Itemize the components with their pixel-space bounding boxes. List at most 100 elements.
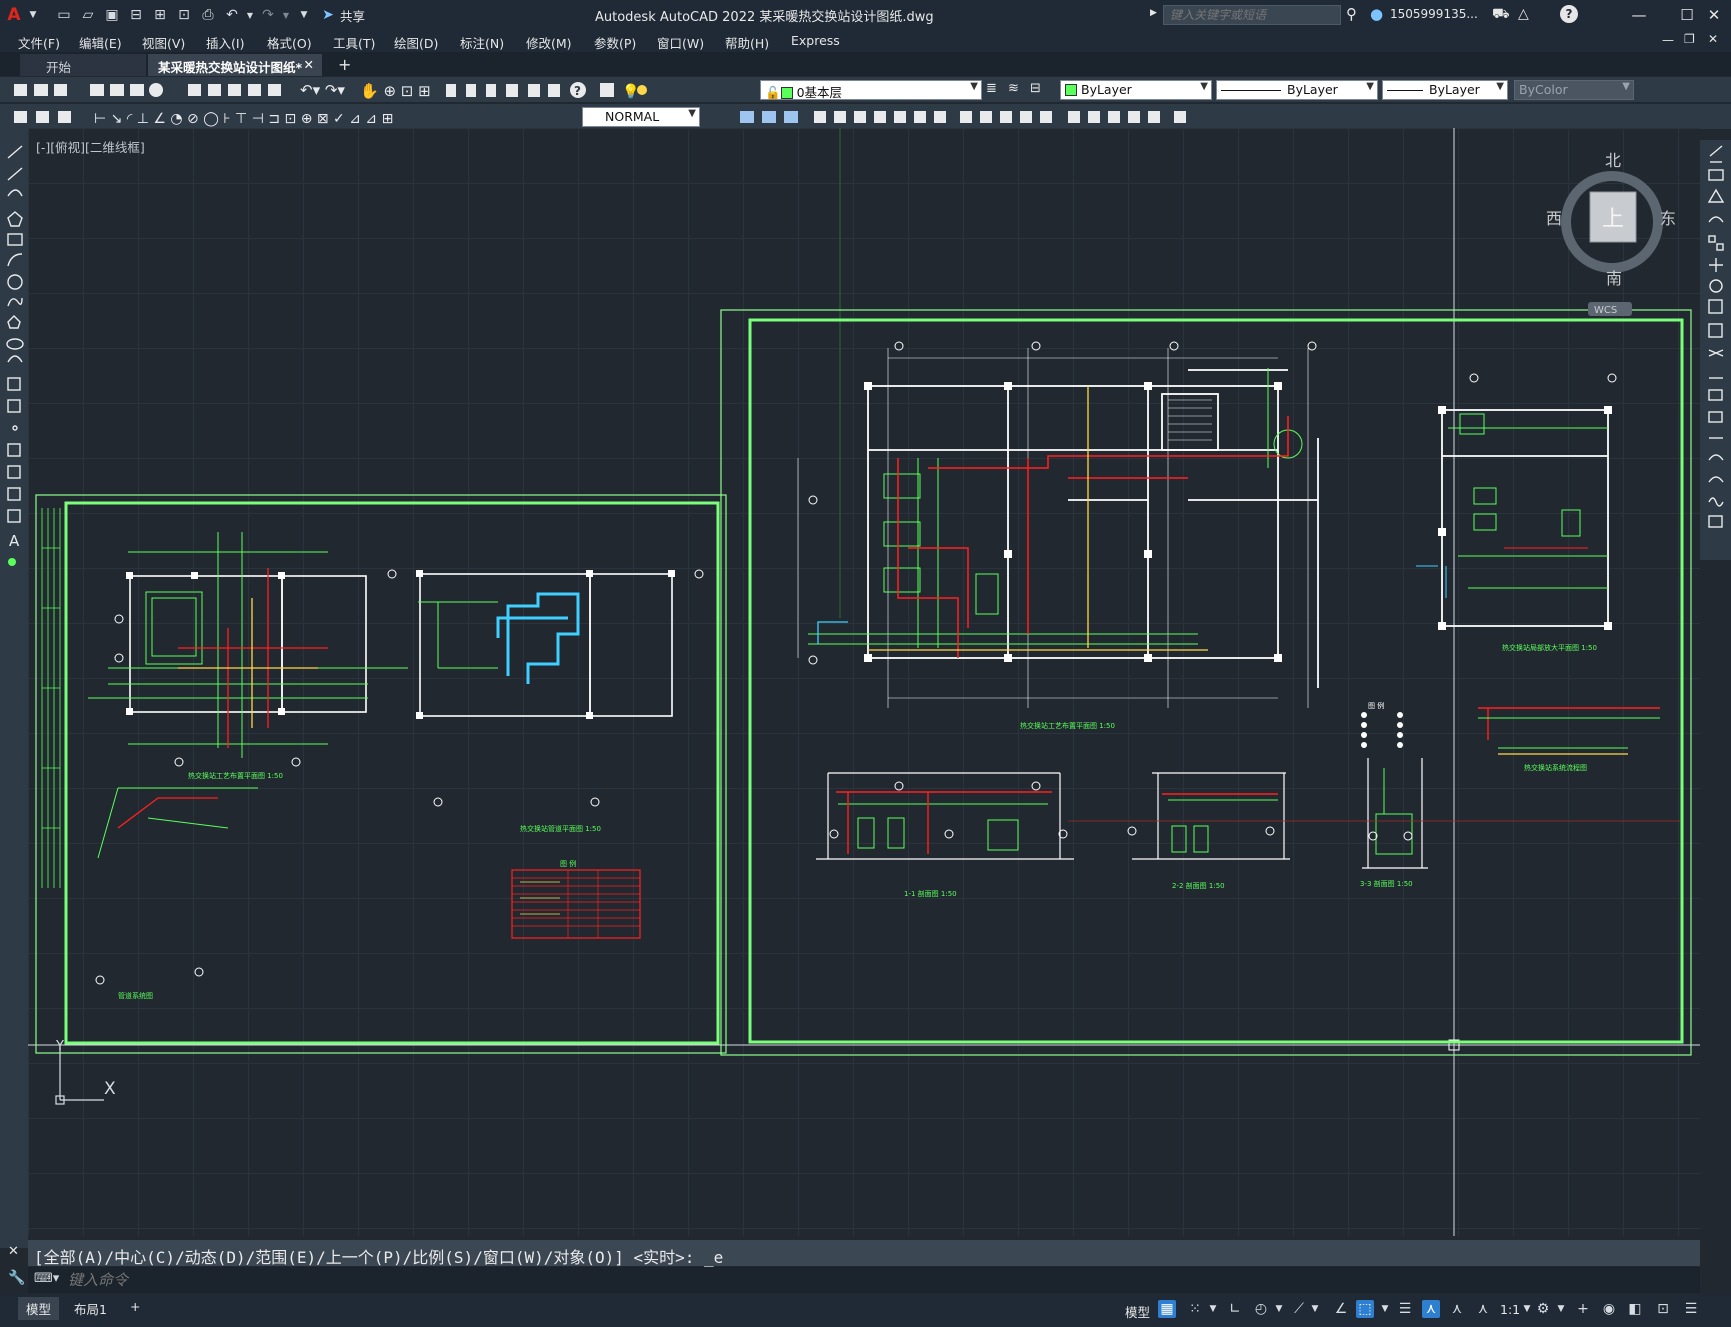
search-input[interactable] bbox=[1163, 5, 1341, 25]
command-input[interactable] bbox=[66, 1269, 1666, 1291]
tab-close-icon[interactable]: ✕ bbox=[304, 57, 314, 72]
annotation-visibility-icon[interactable]: ⋏ bbox=[1422, 1300, 1440, 1318]
annotation-scale-icon[interactable]: ⋏ bbox=[1474, 1300, 1492, 1318]
share-label[interactable]: 共享 bbox=[340, 6, 365, 25]
workspace-dropdown-icon[interactable]: ▼ bbox=[1552, 1300, 1570, 1318]
menu-draw[interactable]: 绘图(D) bbox=[394, 33, 438, 52]
ortho-icon[interactable]: ∟ bbox=[1226, 1300, 1244, 1318]
menu-dimension[interactable]: 标注(N) bbox=[460, 33, 504, 52]
layer-dropdown[interactable]: 🔓 0基本层 ▼ bbox=[760, 80, 982, 100]
model-space-label[interactable]: 模型 bbox=[1125, 1302, 1150, 1321]
undo-icon[interactable]: ↶ bbox=[222, 5, 242, 25]
object-snap-icon[interactable]: ⬚ bbox=[1356, 1300, 1374, 1318]
lineweight-dropdown[interactable]: ByLayer ▼ bbox=[1382, 80, 1508, 100]
workspace-gear-icon[interactable]: ⚙ bbox=[1534, 1300, 1552, 1318]
menu-express[interactable]: Express bbox=[791, 33, 840, 48]
search-icon[interactable]: ⚲ bbox=[1346, 5, 1357, 23]
grid-icon[interactable]: ▦ bbox=[1158, 1300, 1176, 1318]
draw-toolbar-icons[interactable]: A bbox=[0, 138, 28, 598]
auto-scale-icon[interactable]: ⋏ bbox=[1448, 1300, 1466, 1318]
autocad-logo-icon[interactable]: A bbox=[4, 5, 24, 25]
lineweight-icon[interactable]: ☰ bbox=[1396, 1300, 1414, 1318]
menu-insert[interactable]: 插入(I) bbox=[206, 33, 244, 52]
dimension-toolbar-icons[interactable]: ⊢ ↘ ◜ ⊥ ∠ ◔ ⊘ ◯ ⊦ ⊤ ⊣ ⊐ ⊡ ⊕ ⊠ ✓ ⊿ ⊿ ⊞ bbox=[8, 104, 578, 130]
share-icon[interactable]: ➤ bbox=[318, 5, 338, 25]
drawing-svg[interactable]: 热交换站工艺布置平面图 1:50 热交换站管道平面图 1:50 管道系统图 图 … bbox=[28, 128, 1700, 1236]
menu-format[interactable]: 格式(O) bbox=[267, 33, 312, 52]
doc-minimize-icon[interactable]: — bbox=[1662, 33, 1674, 47]
maximize-button[interactable]: ☐ bbox=[1676, 4, 1698, 26]
user-account-label[interactable]: 1505999135... bbox=[1390, 7, 1478, 21]
object-snap-dropdown-icon[interactable]: ▼ bbox=[1376, 1300, 1394, 1318]
open-file-icon[interactable]: ▱ bbox=[78, 5, 98, 25]
tab-model[interactable]: 模型 bbox=[18, 1297, 60, 1320]
minimize-button[interactable]: — bbox=[1628, 4, 1650, 26]
drawing-canvas[interactable]: 热交换站工艺布置平面图 1:50 热交换站管道平面图 1:50 管道系统图 图 … bbox=[28, 128, 1700, 1236]
menu-help[interactable]: 帮助(H) bbox=[725, 33, 769, 52]
color-dropdown[interactable]: ByLayer ▼ bbox=[1060, 80, 1212, 100]
command-prompt-icon[interactable]: ⌨▾ bbox=[34, 1271, 59, 1286]
snap-icon[interactable]: ⁙ bbox=[1186, 1300, 1204, 1318]
viewcube-west-label[interactable]: 西 bbox=[1546, 209, 1562, 228]
layer-tools-icon[interactable]: ≣ bbox=[986, 81, 997, 96]
layer-match-icon[interactable]: ⊟ bbox=[1030, 81, 1041, 96]
customization-icon[interactable]: ☰ bbox=[1682, 1300, 1700, 1318]
modify-toolbar-icons-vertical[interactable] bbox=[1700, 140, 1731, 560]
save-as-icon[interactable]: ⊟ bbox=[126, 5, 146, 25]
viewcube-north-label[interactable]: 北 bbox=[1605, 151, 1621, 170]
standard-toolbar-icons[interactable]: ↶▾ ↷▾ ✋ ⊕ ⊡ ⊞ ? 💡 bbox=[8, 77, 658, 103]
new-file-icon[interactable]: ▭ bbox=[54, 5, 74, 25]
search-expand-icon[interactable]: ▶ bbox=[1150, 8, 1157, 18]
tab-layout1[interactable]: 布局1 bbox=[66, 1297, 115, 1320]
web-mobile-icon[interactable]: ⊞ bbox=[150, 5, 170, 25]
doc-restore-icon[interactable]: ❐ bbox=[1684, 32, 1695, 46]
snap-dropdown-icon[interactable]: ▼ bbox=[1204, 1300, 1222, 1318]
polar-dropdown-icon[interactable]: ▼ bbox=[1270, 1300, 1288, 1318]
close-button[interactable]: ✕ bbox=[1703, 4, 1725, 26]
polar-icon[interactable]: ◴ bbox=[1252, 1300, 1270, 1318]
tab-start[interactable]: 开始 bbox=[20, 54, 146, 76]
wcs-label[interactable]: WCS bbox=[1594, 305, 1617, 316]
user-icon[interactable]: ● bbox=[1370, 5, 1383, 23]
menu-view[interactable]: 视图(V) bbox=[142, 33, 185, 52]
help-icon[interactable]: ? bbox=[1560, 5, 1578, 23]
object-snap-tracking-icon[interactable]: ∠ bbox=[1332, 1300, 1350, 1318]
cart-icon[interactable]: ⛟ bbox=[1492, 6, 1510, 24]
command-line-customize-icon[interactable]: 🔧 bbox=[8, 1270, 25, 1286]
modify-toolbar-icons[interactable] bbox=[704, 104, 1224, 130]
viewcube-east-label[interactable]: 东 bbox=[1660, 209, 1676, 228]
isodraft-dropdown-icon[interactable]: ▼ bbox=[1306, 1300, 1324, 1318]
plot-icon[interactable]: ⎙ bbox=[198, 5, 218, 25]
undo-dropdown-icon[interactable]: ▼ bbox=[246, 5, 254, 25]
viewcube-face-label[interactable]: 上 bbox=[1602, 207, 1624, 232]
menu-window[interactable]: 窗口(W) bbox=[657, 33, 704, 52]
menu-edit[interactable]: 编辑(E) bbox=[79, 33, 122, 52]
tab-document[interactable]: 某采暖热交换站设计图纸* ✕ bbox=[148, 54, 322, 76]
menu-file[interactable]: 文件(F) bbox=[18, 33, 60, 52]
viewcube[interactable]: 上 北 南 东 西 WCS bbox=[1546, 151, 1676, 316]
linetype-dropdown[interactable]: ByLayer ▼ bbox=[1216, 80, 1378, 100]
layer-previous-icon[interactable]: ≋ bbox=[1008, 81, 1019, 96]
viewport-controls-label[interactable]: [-][俯视][二维线框] bbox=[36, 137, 145, 156]
doc-close-icon[interactable]: ✕ bbox=[1708, 32, 1718, 46]
customize-qat-icon[interactable]: ▼ bbox=[294, 5, 314, 25]
viewcube-south-label[interactable]: 南 bbox=[1606, 269, 1622, 288]
dimstyle-dropdown[interactable]: NORMAL ▼ bbox=[582, 107, 700, 127]
add-icon[interactable]: + bbox=[1574, 1300, 1592, 1318]
autodesk-app-icon[interactable]: △ bbox=[1518, 6, 1529, 22]
save-web-icon[interactable]: ⊡ bbox=[174, 5, 194, 25]
command-line-close-icon[interactable]: ✕ bbox=[8, 1244, 19, 1259]
app-menu-chevron-icon[interactable]: ▼ bbox=[28, 5, 38, 25]
menu-modify[interactable]: 修改(M) bbox=[526, 33, 572, 52]
menu-tools[interactable]: 工具(T) bbox=[333, 33, 375, 52]
isolate-objects-icon[interactable]: ◉ bbox=[1600, 1300, 1618, 1318]
redo-dropdown-icon[interactable]: ▼ bbox=[282, 5, 290, 25]
add-layout-button[interactable]: + bbox=[122, 1297, 148, 1316]
new-tab-button[interactable]: + bbox=[338, 55, 351, 74]
menu-parametric[interactable]: 参数(P) bbox=[594, 33, 636, 52]
save-icon[interactable]: ▣ bbox=[102, 5, 122, 25]
clean-screen-icon[interactable]: ⊡ bbox=[1654, 1300, 1672, 1318]
hardware-acceleration-icon[interactable]: ◧ bbox=[1626, 1300, 1644, 1318]
redo-icon[interactable]: ↷ bbox=[258, 5, 278, 25]
plotstyle-dropdown[interactable]: ByColor ▼ bbox=[1514, 80, 1634, 100]
